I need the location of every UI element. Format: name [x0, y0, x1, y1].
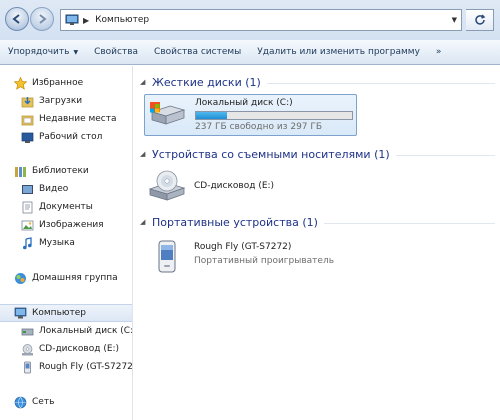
refresh-icon [474, 14, 485, 25]
organize-button[interactable]: Упорядочить ▼ [0, 40, 86, 65]
address-dropdown-icon[interactable]: ▼ [452, 16, 457, 24]
sidebar-item-favorites[interactable]: Избранное [0, 74, 132, 92]
recent-places-icon [20, 112, 34, 126]
hard-drive-icon [20, 324, 34, 338]
breadcrumb-chevron-icon[interactable]: ▶ [83, 16, 89, 25]
organize-label: Упорядочить [8, 47, 70, 57]
computer-icon [13, 306, 27, 320]
sidebar-item-rough-fly[interactable]: Rough Fly (GT-S7272) [0, 358, 133, 376]
uninstall-program-button[interactable]: Удалить или изменить программу [249, 40, 428, 65]
sidebar-label: Избранное [32, 78, 84, 88]
breadcrumb-computer[interactable]: Компьютер [95, 15, 149, 25]
drive-tile-local-disk-c[interactable]: Локальный диск (C:) 237 ГБ свободно из 2… [144, 94, 357, 136]
cd-drive-icon [20, 342, 34, 356]
group-title: Устройства со съемными носителями (1) [152, 147, 390, 161]
sidebar-label: CD-дисковод (E:) [39, 344, 120, 354]
group-header-removable[interactable]: ◢ Устройства со съемными носителями (1) [140, 146, 495, 162]
refresh-button[interactable] [466, 9, 494, 31]
video-icon [20, 182, 34, 196]
network-icon [13, 395, 27, 409]
phone-icon [158, 240, 176, 273]
address-field[interactable]: ▶ Компьютер ▼ [60, 9, 462, 31]
music-note-icon [20, 236, 34, 250]
device-name: Rough Fly (GT-S7272) [194, 242, 292, 252]
documents-icon [20, 200, 34, 214]
drive-name: Локальный диск (C:) [195, 98, 293, 108]
group-header-portable[interactable]: ◢ Портативные устройства (1) [140, 214, 495, 230]
arrow-right-icon [39, 14, 47, 24]
sidebar-item-pictures[interactable]: Изображения [0, 216, 132, 234]
back-button[interactable] [5, 7, 29, 31]
forward-button[interactable] [30, 7, 54, 31]
sidebar-label: Локальный диск (C:) [39, 326, 133, 336]
sidebar-item-desktop[interactable]: Рабочий стол [0, 128, 132, 146]
sidebar-item-music[interactable]: Музыка [0, 234, 132, 252]
sidebar-label: Домашняя группа [32, 273, 118, 283]
sidebar-label: Сеть [32, 397, 55, 407]
chevron-down-icon: ▼ [73, 48, 79, 56]
group-title: Портативные устройства (1) [152, 215, 318, 229]
drive-free-space: 237 ГБ свободно из 297 ГБ [195, 122, 323, 132]
drive-info: CD-дисковод (E:) [194, 181, 274, 191]
address-bar-area: ▶ Компьютер ▼ [0, 0, 500, 40]
sidebar-item-homegroup[interactable]: Домашняя группа [0, 269, 132, 287]
sidebar-label: Рабочий стол [39, 132, 103, 142]
group-divider [266, 82, 495, 84]
capacity-fill [196, 112, 228, 119]
sidebar-label: Rough Fly (GT-S7272) [39, 362, 133, 372]
pictures-icon [20, 218, 34, 232]
device-type: Портативный проигрыватель [194, 256, 334, 266]
sidebar-item-recent-places[interactable]: Недавние места [0, 110, 132, 128]
computer-icon [65, 14, 79, 25]
sidebar-label: Библиотеки [32, 166, 89, 176]
sidebar-label: Компьютер [32, 308, 86, 318]
sidebar-item-local-disk-c[interactable]: Локальный диск (C:) [0, 322, 133, 340]
content-pane: ◢ Жесткие диски (1) Локальный диск (C:) … [134, 66, 500, 420]
cd-drive-icon [148, 170, 186, 201]
group-title: Жесткие диски (1) [152, 75, 261, 89]
navigation-pane: Избранное Загрузки Недавние места Рабочи… [0, 66, 133, 420]
sidebar-item-video[interactable]: Видео [0, 180, 132, 198]
command-bar: Упорядочить ▼ Свойства Свойства системы … [0, 40, 500, 65]
sidebar-item-libraries[interactable]: Библиотеки [0, 162, 132, 180]
collapse-chevron-icon[interactable]: ◢ [140, 78, 150, 86]
sidebar-item-network[interactable]: Сеть [0, 393, 132, 411]
collapse-chevron-icon[interactable]: ◢ [140, 150, 150, 158]
sidebar-label: Загрузки [39, 96, 83, 106]
group-header-hard-drives[interactable]: ◢ Жесткие диски (1) [140, 74, 495, 90]
system-properties-button[interactable]: Свойства системы [146, 40, 249, 65]
drive-info: Локальный диск (C:) 237 ГБ свободно из 2… [195, 98, 353, 132]
device-info: Rough Fly (GT-S7272) Портативный проигры… [194, 242, 334, 266]
group-divider [395, 154, 495, 156]
homegroup-icon [13, 271, 27, 285]
sidebar-label: Музыка [39, 238, 75, 248]
star-icon [13, 76, 27, 90]
more-commands-button[interactable]: » [428, 40, 450, 65]
sidebar-item-cd-drive-e[interactable]: CD-дисковод (E:) [0, 340, 132, 358]
sidebar-label: Изображения [39, 220, 104, 230]
hard-drive-icon [150, 102, 186, 125]
sidebar-item-documents[interactable]: Документы [0, 198, 132, 216]
desktop-icon [20, 130, 34, 144]
sidebar-label: Документы [39, 202, 93, 212]
device-tile-rough-fly[interactable]: Rough Fly (GT-S7272) Портативный проигры… [144, 236, 357, 278]
sidebar-label: Недавние места [39, 114, 117, 124]
phone-icon [20, 360, 34, 374]
properties-button[interactable]: Свойства [86, 40, 146, 65]
libraries-icon [13, 164, 27, 178]
capacity-bar [195, 111, 353, 120]
group-divider [323, 222, 495, 224]
sidebar-item-computer[interactable]: Компьютер [0, 304, 132, 322]
drive-name: CD-дисковод (E:) [194, 181, 275, 191]
downloads-folder-icon [20, 94, 34, 108]
collapse-chevron-icon[interactable]: ◢ [140, 218, 150, 226]
drive-tile-cd-drive-e[interactable]: CD-дисковод (E:) [144, 166, 357, 208]
sidebar-item-downloads[interactable]: Загрузки [0, 92, 132, 110]
arrow-left-icon [12, 14, 20, 24]
sidebar-label: Видео [39, 184, 69, 194]
